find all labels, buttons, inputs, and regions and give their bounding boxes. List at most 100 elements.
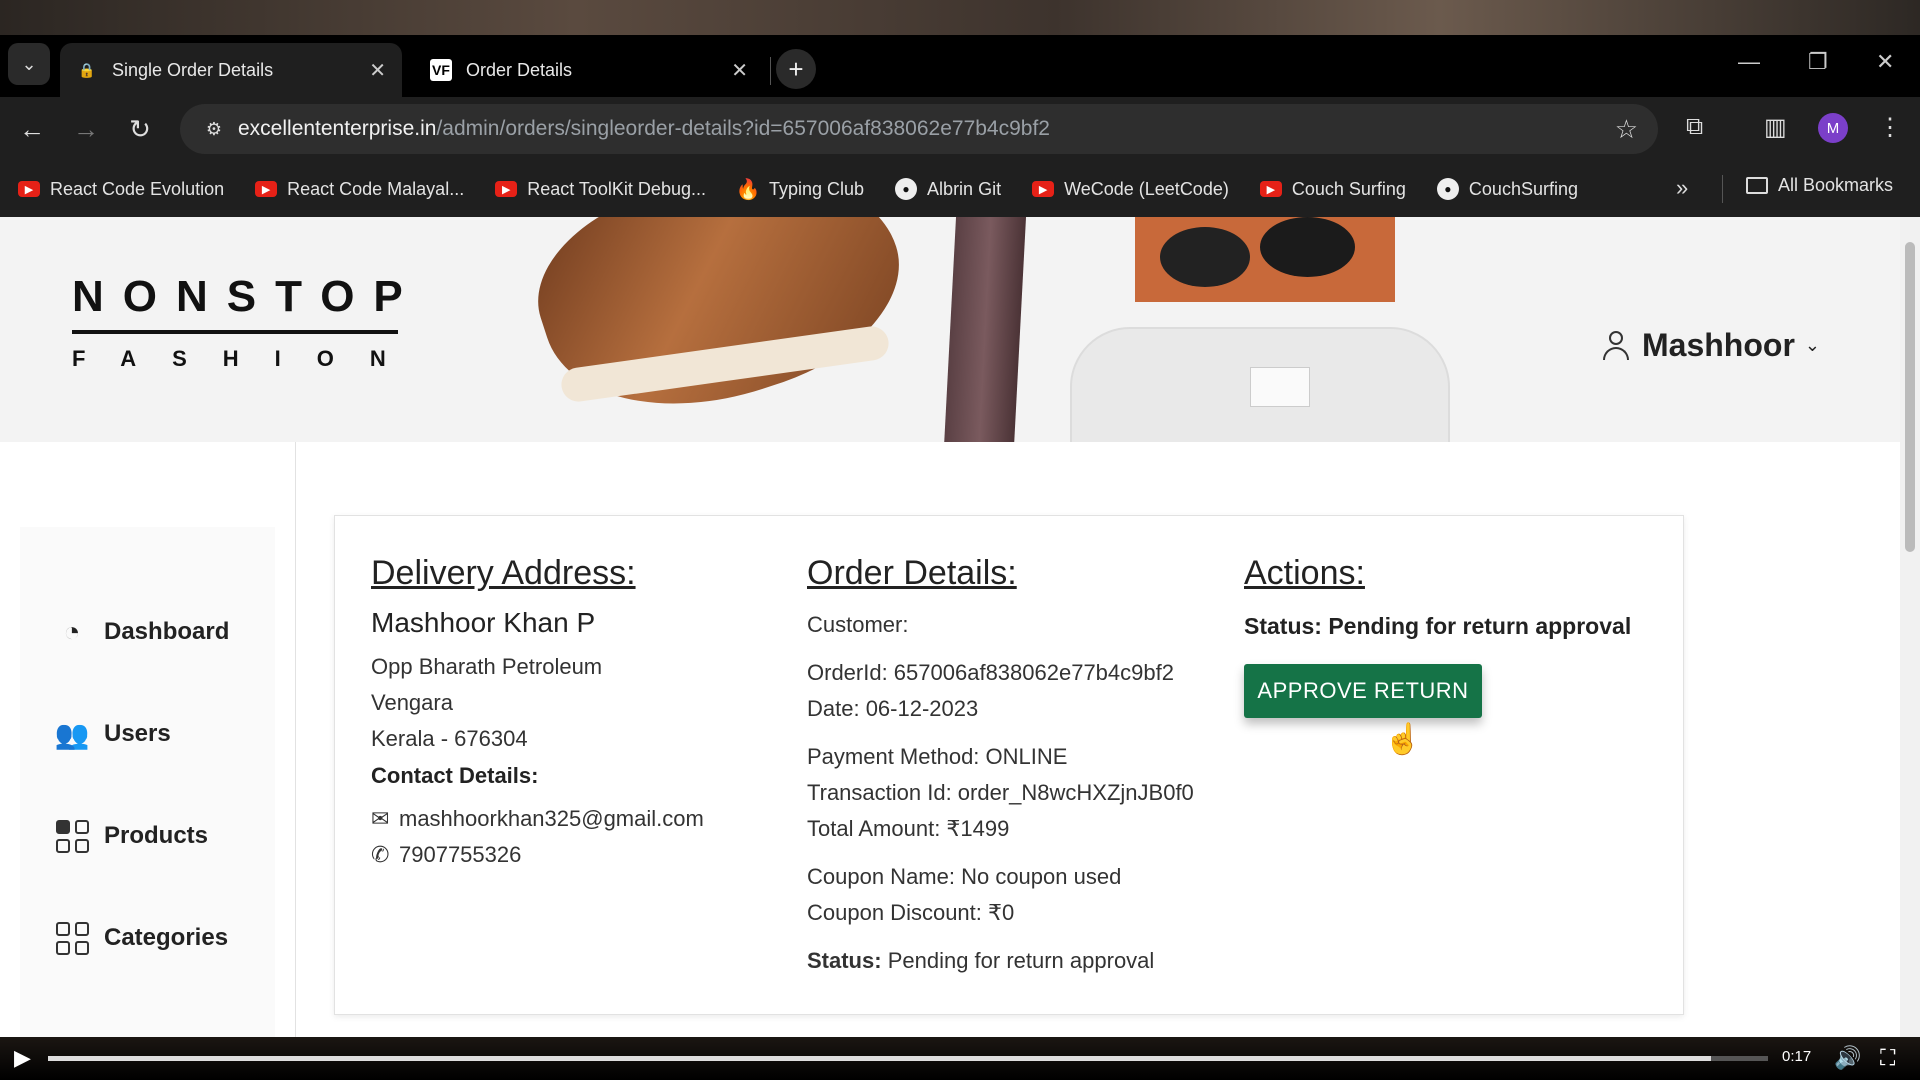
new-tab-plus-icon[interactable]: +	[776, 49, 816, 89]
user-dropdown[interactable]: Mashhoor ⌄	[1602, 327, 1820, 364]
github-icon: ●	[1436, 178, 1459, 200]
side-panel-icon[interactable]: ▥	[1764, 113, 1787, 142]
phone-icon: ✆	[371, 842, 390, 867]
contact-details-label: Contact Details:	[371, 763, 539, 788]
banner-sunglasses-image	[1160, 227, 1250, 287]
user-name: Mashhoor	[1642, 327, 1795, 363]
all-bookmarks-button[interactable]: All Bookmarks	[1746, 175, 1893, 196]
bookmarks-bar: ▶ React Code Evolution ▶ React Code Malaya…	[0, 161, 1920, 217]
sidebar-item-dashboard[interactable]: ◔ Dashboard	[54, 616, 230, 647]
header-banner: NONSTOP FASHION Mashhoor ⌄	[0, 217, 1900, 442]
coupon-discount: Coupon Discount: ₹0	[807, 900, 1015, 925]
phone-row: ✆ 7907755326	[371, 837, 791, 873]
reload-icon[interactable]: ↻	[122, 111, 158, 147]
minimize-icon[interactable]: —	[1738, 49, 1760, 75]
youtube-icon: ▶	[255, 181, 278, 197]
video-time: 0:17	[1782, 1048, 1812, 1065]
close-tab-icon[interactable]: ✕	[369, 58, 386, 83]
sidebar-item-products[interactable]: Products	[54, 819, 208, 853]
order-status: Status: Pending for return approval	[807, 948, 1155, 973]
sidebar-item-users[interactable]: 👥 Users	[54, 719, 171, 750]
delivery-address-section: Delivery Address: Mashhoor Khan P Opp Bh…	[371, 554, 791, 873]
address-line: Opp Bharath Petroleum	[371, 654, 603, 679]
dashboard-gauge-icon: ◔	[63, 616, 81, 647]
logo-top-text: NONSTOP	[72, 272, 422, 321]
youtube-icon: ▶	[495, 181, 518, 197]
bookmark-item[interactable]: ● Albrin Git	[895, 178, 1001, 200]
video-top-letterbox	[0, 0, 1920, 35]
bookmark-item[interactable]: 🔥 Typing Club	[736, 179, 865, 201]
sidebar-divider	[295, 442, 296, 1037]
vf-favicon-icon: VF	[430, 59, 452, 81]
tab-title: Order Details	[466, 59, 573, 80]
volume-icon[interactable]: 🔊	[1834, 1045, 1861, 1071]
forward-arrow-icon[interactable]: →	[68, 111, 104, 147]
bookmark-item[interactable]: ▶ WeCode (LeetCode)	[1032, 179, 1229, 200]
user-icon	[1602, 330, 1630, 361]
youtube-icon: ▶	[1259, 181, 1282, 197]
tab-separator	[770, 57, 771, 85]
customer-name: Mashhoor Khan P	[371, 607, 596, 638]
site-logo[interactable]: NONSTOP FASHION	[72, 272, 422, 372]
profile-avatar[interactable]: M	[1818, 113, 1848, 143]
browser-tab-strip: ⌄ 🔒 Single Order Details ✕ VF Order Deta…	[0, 35, 1920, 97]
video-progress-fill	[48, 1056, 1712, 1061]
video-progress-bar[interactable]	[48, 1056, 1768, 1061]
coupon-name: Coupon Name: No coupon used	[807, 864, 1122, 889]
web-page: NONSTOP FASHION Mashhoor ⌄ ◔ Dashboard 👥…	[0, 217, 1920, 1037]
github-icon: ●	[895, 178, 918, 200]
back-arrow-icon[interactable]: ←	[14, 111, 50, 147]
youtube-icon: ▶	[1032, 181, 1055, 197]
approve-return-button[interactable]: APPROVE RETURN	[1244, 664, 1482, 718]
envelope-icon: ✉	[371, 806, 390, 831]
action-status: Status: Pending for return approval	[1244, 613, 1632, 639]
banner-sunglasses-image	[1260, 217, 1355, 277]
transaction-id: Transaction Id: order_N8wcHXZjnJB0f0	[807, 780, 1194, 805]
folder-icon	[1746, 177, 1768, 194]
bookmark-item[interactable]: ▶ React Code Malayal...	[255, 179, 464, 200]
site-settings-icon[interactable]: ⚙	[190, 119, 238, 140]
admin-sidebar: ◔ Dashboard 👥 Users Products Categories	[20, 527, 275, 1037]
browser-menu-kebab-icon[interactable]: ⋮	[1878, 113, 1902, 142]
close-window-icon[interactable]: ✕	[1876, 49, 1894, 75]
more-bookmarks-chevron-icon[interactable]: »	[1676, 175, 1688, 201]
email-row: ✉ mashhoorkhan325@gmail.com	[371, 801, 791, 837]
hand-cursor-icon: ☝	[1384, 723, 1422, 756]
actions-heading: Actions:	[1244, 554, 1365, 592]
address-line: Kerala - 676304	[371, 726, 528, 751]
video-controls: ▶ 0:17 🔊 ⛶	[0, 1037, 1920, 1080]
url-text[interactable]: excellententerprise.in/admin/orders/sing…	[238, 117, 1050, 141]
bookmark-star-icon[interactable]: ☆	[1615, 114, 1638, 145]
bookmark-item[interactable]: ▶ Couch Surfing	[1259, 179, 1406, 200]
bookmark-item[interactable]: ▶ React ToolKit Debug...	[495, 179, 706, 200]
exit-fullscreen-icon[interactable]: ⛶	[1880, 1045, 1895, 1071]
close-tab-icon[interactable]: ✕	[731, 58, 748, 83]
bookmark-item[interactable]: ● CouchSurfing	[1436, 178, 1578, 200]
order-heading: Order Details:	[807, 554, 1017, 592]
actions-section: Actions: Status: Pending for return appr…	[1244, 554, 1664, 718]
delivery-heading: Delivery Address:	[371, 554, 636, 592]
chevron-down-icon: ⌄	[1804, 335, 1820, 355]
page-scrollbar[interactable]	[1900, 217, 1920, 1037]
page-favicon-icon: 🔒	[78, 61, 96, 78]
restore-icon[interactable]: ❐	[1808, 49, 1828, 75]
scroll-thumb[interactable]	[1905, 242, 1915, 552]
extensions-puzzle-icon[interactable]: ⧉	[1686, 113, 1703, 141]
banner-tie-image	[943, 217, 1027, 442]
logo-underline	[72, 330, 398, 334]
tab-search-chevron-icon[interactable]: ⌄	[8, 43, 50, 85]
payment-method: Payment Method: ONLINE	[807, 744, 1068, 769]
browser-toolbar: ← → ↻ ⚙ excellententerprise.in/admin/ord…	[0, 97, 1920, 161]
address-line: Vengara	[371, 690, 453, 715]
bookmark-item[interactable]: ▶ React Code Evolution	[18, 179, 224, 200]
tab-single-order-details[interactable]: 🔒 Single Order Details ✕	[60, 43, 402, 97]
logo-bottom-text: FASHION	[72, 346, 422, 371]
categories-grid-icon	[54, 921, 90, 955]
play-icon[interactable]: ▶	[14, 1045, 31, 1071]
sidebar-item-categories[interactable]: Categories	[54, 921, 228, 955]
tab-order-details[interactable]: VF Order Details ✕	[414, 43, 764, 97]
address-bar[interactable]: ⚙ excellententerprise.in/admin/orders/si…	[180, 104, 1658, 154]
tab-title: Single Order Details	[112, 59, 274, 80]
customer-label: Customer:	[807, 612, 909, 637]
order-detail-card: Delivery Address: Mashhoor Khan P Opp Bh…	[334, 515, 1684, 1015]
